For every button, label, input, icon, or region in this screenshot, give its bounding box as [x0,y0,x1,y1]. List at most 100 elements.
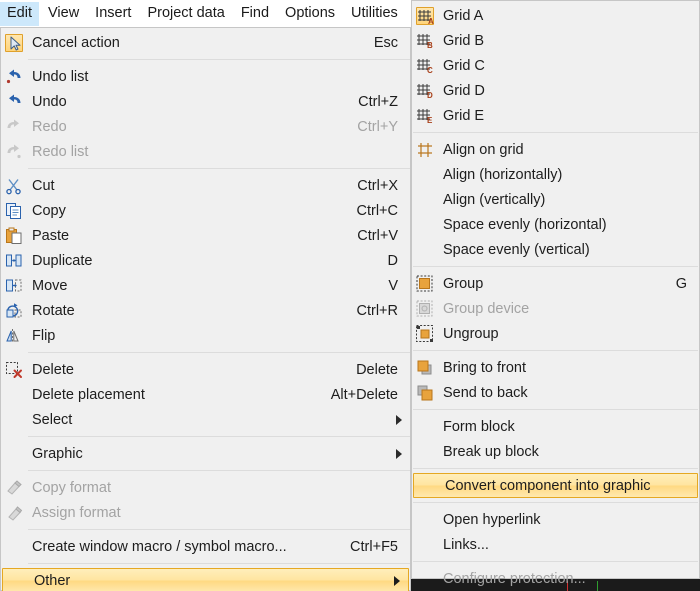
menu-separator [28,168,410,169]
menu-item-delete[interactable]: Delete Delete [1,357,410,382]
menubar-item-utilities[interactable]: Utilities [344,2,405,26]
scissors-icon [5,177,23,195]
menu-item-rotate[interactable]: Rotate Ctrl+R [1,298,410,323]
menu-item-label: Configure protection... [443,570,586,587]
edit-menu-item-list: Cancel action Esc Undo list Undo Ctrl+Z Redo C… [1,28,410,591]
menu-separator [413,561,698,562]
move-icon [5,277,23,295]
menu-item-label: Delete placement [32,386,145,403]
menu-item-undo-list[interactable]: Undo list [1,64,410,89]
submenu-arrow-icon [394,575,400,586]
menu-item-shortcut: Ctrl+V [357,227,398,244]
menu-item-undo[interactable]: Undo Ctrl+Z [1,89,410,114]
menu-item-align-vertically[interactable]: Align (vertically) [412,187,699,212]
menu-item-grid-d[interactable]: D Grid D [412,78,699,103]
menu-item-grid-e[interactable]: E Grid E [412,103,699,128]
menu-item-label: Form block [443,418,515,435]
menu-item-copy[interactable]: Copy Ctrl+C [1,198,410,223]
menu-item-group-device: Group device [412,296,699,321]
other-submenu-item-list: A Grid A B Grid B C Grid C D Grid D E Grid E Align… [412,1,699,591]
menu-item-shortcut: Ctrl+F5 [350,538,398,555]
menu-item-label: Grid C [443,57,485,74]
menu-item-label: Links... [443,536,489,553]
menu-item-graphic[interactable]: Graphic [1,441,410,466]
menu-separator [413,132,698,133]
menu-item-space-evenly-horizontal[interactable]: Space evenly (horizontal) [412,212,699,237]
menubar-item-project-data[interactable]: Project data [140,2,231,26]
menu-item-bring-to-front[interactable]: Bring to front [412,355,699,380]
menubar-item-find[interactable]: Find [234,2,276,26]
menu-item-align-on-grid[interactable]: Align on grid [412,137,699,162]
menu-item-break-up-block[interactable]: Break up block [412,439,699,464]
menu-item-label: Open hyperlink [443,511,541,528]
menu-item-shortcut: Delete [356,361,398,378]
menu-item-shortcut: Ctrl+C [356,202,399,219]
cursor-arrow-icon [5,33,23,52]
menu-item-copy-format: Copy format [1,475,410,500]
menu-item-label: Move [32,277,68,294]
menu-separator [28,59,410,60]
redo-list-icon [5,143,23,161]
svg-text:D: D [427,91,433,100]
menu-item-assign-format: Assign format [1,500,410,525]
menubar-item-options[interactable]: Options [278,2,342,26]
menu-item-label: Create window macro / symbol macro... [32,538,287,555]
menu-item-send-to-back[interactable]: Send to back [412,380,699,405]
menubar-item-insert[interactable]: Insert [88,2,138,26]
edit-dropdown-menu: Cancel action Esc Undo list Undo Ctrl+Z Redo C… [0,27,411,591]
menu-separator [413,266,698,267]
align-on-grid-icon [416,141,434,159]
menu-item-label: Rotate [32,302,75,319]
menu-item-label: Grid E [443,107,485,124]
svg-text:E: E [427,116,433,125]
menu-item-flip[interactable]: Flip [1,323,410,348]
menu-item-label: Redo list [32,143,89,160]
menu-item-create-window-macro-symbol-macro[interactable]: Create window macro / symbol macro... Ctr… [1,534,410,559]
menu-item-label: Align (vertically) [443,191,546,208]
menubar-item-edit[interactable]: Edit [0,1,39,26]
svg-text:A: A [428,17,434,26]
menu-item-label: Paste [32,227,70,244]
menu-item-convert-component-into-graphic[interactable]: Convert component into graphic [413,473,698,498]
menubar-item-view[interactable]: View [41,2,86,26]
grid-d-icon: D [416,82,434,100]
menu-item-label: Redo [32,118,67,135]
menu-item-label: Cut [32,177,55,194]
menu-item-cancel-action[interactable]: Cancel action Esc [1,30,410,55]
menu-item-label: Grid A [443,7,484,24]
menu-item-shortcut: G [675,275,687,292]
menu-item-shortcut: Alt+Delete [330,386,398,403]
menu-item-grid-b[interactable]: B Grid B [412,28,699,53]
menu-item-shortcut: Esc [373,34,398,51]
menu-item-configure-protection: Configure protection... [412,566,699,591]
menu-item-paste[interactable]: Paste Ctrl+V [1,223,410,248]
copy-icon [5,202,23,220]
paste-icon [5,227,23,245]
menu-item-ungroup[interactable]: Ungroup [412,321,699,346]
menu-item-label: Send to back [443,384,528,401]
menu-separator [413,502,698,503]
menu-separator [28,563,410,564]
menu-item-links[interactable]: Links... [412,532,699,557]
submenu-arrow-icon [396,448,402,459]
menu-item-group[interactable]: Group G [412,271,699,296]
menu-item-label: Copy [32,202,66,219]
menu-item-duplicate[interactable]: Duplicate D [1,248,410,273]
menu-item-select[interactable]: Select [1,407,410,432]
menu-item-open-hyperlink[interactable]: Open hyperlink [412,507,699,532]
menu-item-grid-c[interactable]: C Grid C [412,53,699,78]
menu-item-delete-placement[interactable]: Delete placement Alt+Delete [1,382,410,407]
menu-item-align-horizontally[interactable]: Align (horizontally) [412,162,699,187]
menu-item-form-block[interactable]: Form block [412,414,699,439]
menu-item-move[interactable]: Move V [1,273,410,298]
menu-item-shortcut: V [388,277,398,294]
application-window: Edit View Insert Project data Find Options Uti… [0,0,700,591]
menu-item-cut[interactable]: Cut Ctrl+X [1,173,410,198]
menu-item-other[interactable]: Other [2,568,409,591]
rotate-icon [5,302,23,320]
menu-item-space-evenly-vertical[interactable]: Space evenly (vertical) [412,237,699,262]
menu-item-grid-a[interactable]: A Grid A [412,3,699,28]
menu-item-redo: Redo Ctrl+Y [1,114,410,139]
grid-b-icon: B [416,32,434,50]
menu-item-redo-list: Redo list [1,139,410,164]
